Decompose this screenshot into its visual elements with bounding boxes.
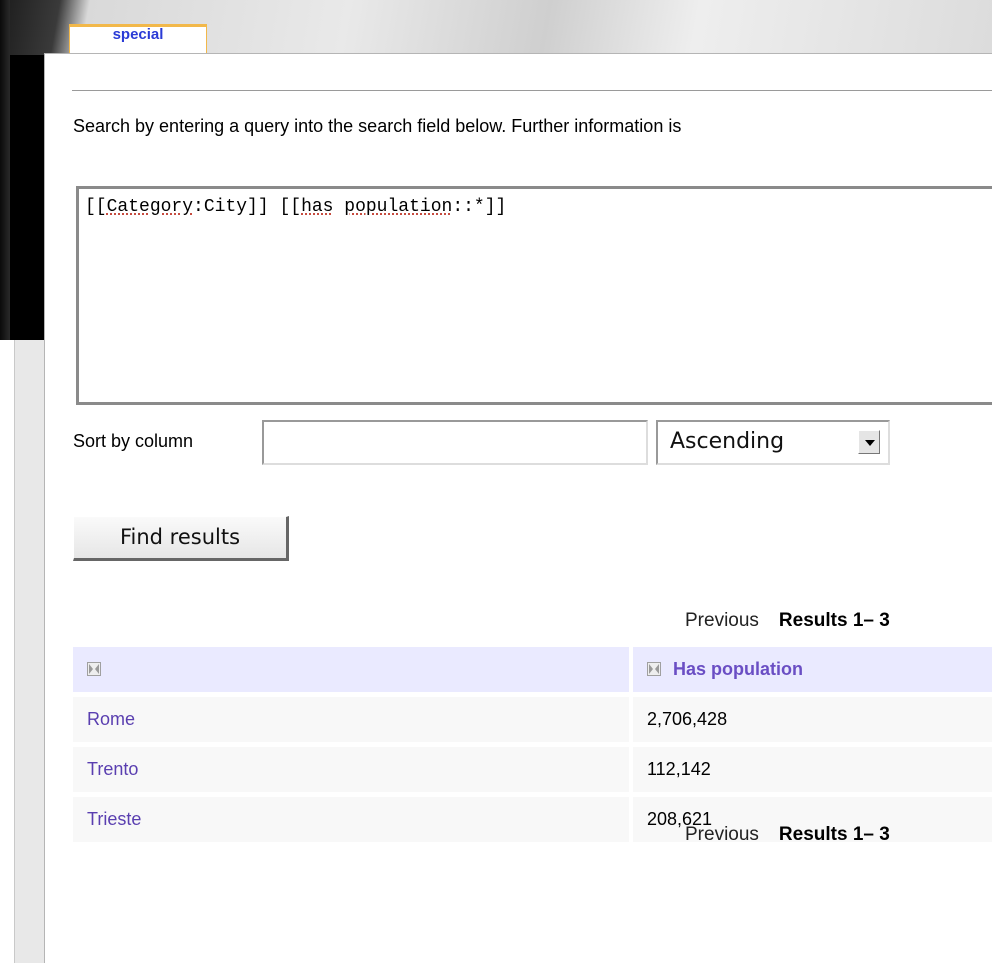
query-token xyxy=(333,197,344,217)
left-gutter xyxy=(14,340,44,963)
population-value: 112,142 xyxy=(647,759,711,779)
table-header-row: Has population xyxy=(73,647,992,692)
previous-link[interactable]: Previous xyxy=(685,610,759,631)
sort-order-select[interactable]: Ascending xyxy=(656,420,890,465)
query-token-flagged: has xyxy=(301,197,334,217)
table-cell-population: 2,706,428 xyxy=(633,697,992,742)
header-cell-population[interactable]: Has population xyxy=(633,647,992,692)
table-row: Rome 2,706,428 xyxy=(73,697,992,742)
sort-toggle-icon[interactable] xyxy=(647,662,661,676)
city-link[interactable]: Trento xyxy=(87,759,138,779)
table-cell-name: Trieste xyxy=(73,797,629,842)
query-token: ::*]] xyxy=(452,197,507,217)
query-token: [[ xyxy=(85,197,107,217)
table-cell-name: Trento xyxy=(73,747,629,792)
query-textarea[interactable]: [[Category:City]] [[has population::*]] xyxy=(76,186,992,405)
query-token-flagged: Category xyxy=(106,197,194,217)
left-sidebar-panel xyxy=(0,340,15,963)
table-row: Trento 112,142 xyxy=(73,747,992,792)
tab-special[interactable]: special xyxy=(69,24,207,54)
sort-column-input[interactable] xyxy=(262,420,648,465)
query-token-flagged: population xyxy=(344,197,453,217)
content-area: Search by entering a query into the sear… xyxy=(44,53,992,963)
divider xyxy=(72,90,992,91)
results-range: Results 1– 3 xyxy=(778,610,890,631)
header-label-has-population[interactable]: Has population xyxy=(673,659,803,679)
tab-special-label: special xyxy=(112,26,164,43)
header-cell-name[interactable] xyxy=(73,647,629,692)
sort-toggle-icon[interactable] xyxy=(87,662,101,676)
find-results-button[interactable]: Find results xyxy=(73,516,289,561)
population-value: 2,706,428 xyxy=(647,709,728,729)
previous-link[interactable]: Previous xyxy=(685,824,759,845)
query-token: :City]] [[ xyxy=(193,197,302,217)
pager-bottom: Previous Results 1– 3 xyxy=(685,824,890,846)
sort-by-column-label: Sort by column xyxy=(73,431,194,451)
results-range: Results 1– 3 xyxy=(778,824,890,845)
dropdown-arrow-icon[interactable] xyxy=(858,430,880,454)
results-table: Has population Rome 2,706,428 Trento 112… xyxy=(73,647,992,847)
table-cell-population: 112,142 xyxy=(633,747,992,792)
city-link[interactable]: Rome xyxy=(87,709,135,729)
pager-top: Previous Results 1– 3 xyxy=(685,610,890,632)
city-link[interactable]: Trieste xyxy=(87,809,141,829)
table-cell-name: Rome xyxy=(73,697,629,742)
screenshot-stage: special Search by entering a query into … xyxy=(0,0,992,963)
sort-order-value: Ascending xyxy=(670,429,785,454)
intro-text: Search by entering a query into the sear… xyxy=(73,116,682,136)
